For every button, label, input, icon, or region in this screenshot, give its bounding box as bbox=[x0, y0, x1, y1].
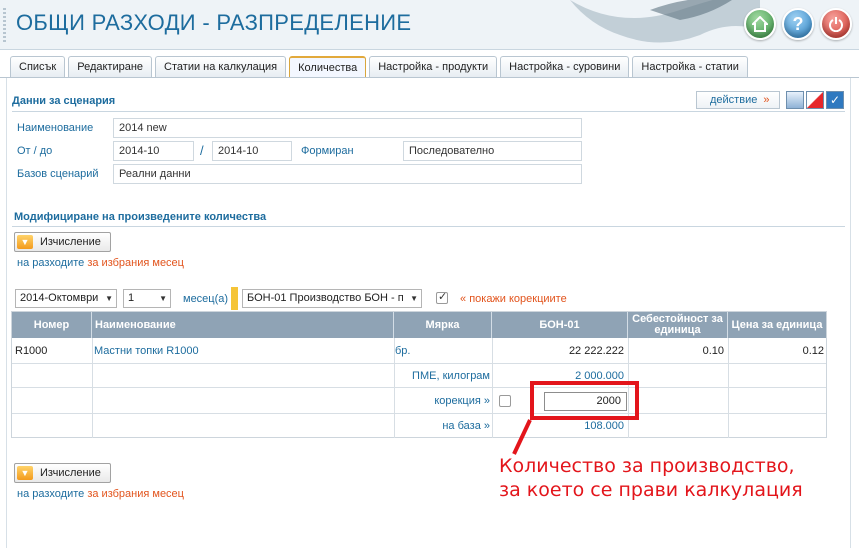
tab-quantities[interactable]: Количества bbox=[289, 56, 367, 77]
period-separator: / bbox=[200, 143, 204, 158]
annotation-arrow bbox=[512, 419, 532, 455]
print-icon[interactable] bbox=[786, 91, 804, 109]
column-header: Наименование bbox=[92, 312, 394, 338]
base-scenario-field[interactable]: Реални данни bbox=[113, 164, 582, 184]
highlight-marker bbox=[231, 287, 238, 310]
expenses-suffix: за избрания месец bbox=[87, 488, 184, 500]
tab-settings-products[interactable]: Настройка - продукти bbox=[369, 56, 498, 77]
column-header: Номер bbox=[12, 312, 92, 338]
scenario-section-title: Данни за сценария bbox=[12, 95, 116, 107]
pme-label: ПМЕ, килограм bbox=[412, 370, 490, 382]
chevron-down-icon: ▼ bbox=[105, 294, 113, 303]
header-grip bbox=[3, 8, 6, 42]
save-check-icon[interactable]: ✓ bbox=[826, 91, 844, 109]
row-bon-value: 22 222.222 bbox=[568, 345, 624, 357]
column-header: Себестойност за единица bbox=[628, 312, 728, 338]
page: ОБЩИ РАЗХОДИ - РАЗПРЕДЕЛЕНИЕ ? Списък Ре… bbox=[0, 0, 859, 548]
month-select[interactable]: 2014-Октомври ▼ bbox=[15, 289, 117, 308]
tab-edit[interactable]: Редактиране bbox=[68, 56, 153, 77]
row-name-link[interactable]: Мастни топки R1000 bbox=[94, 345, 199, 357]
period-label: От / до bbox=[17, 145, 53, 157]
annotation-text: Количество за производство, за което се … bbox=[499, 454, 803, 502]
row-unit-link[interactable]: бр. bbox=[395, 345, 410, 357]
page-title: ОБЩИ РАЗХОДИ - РАЗПРЕДЕЛЕНИЕ bbox=[16, 10, 412, 35]
row-cost-value: 0.10 bbox=[702, 345, 724, 357]
column-header: Цена за единица bbox=[728, 312, 826, 338]
expenses-prefix: на разходите bbox=[17, 257, 85, 269]
show-corrections-checkbox[interactable] bbox=[436, 290, 448, 304]
clear-icon[interactable] bbox=[806, 91, 824, 109]
from-field[interactable]: 2014-10 bbox=[113, 141, 194, 161]
action-arrow-icon: » bbox=[763, 94, 770, 106]
tab-settings-materials[interactable]: Настройка - суровини bbox=[500, 56, 630, 77]
expenses-link[interactable]: на разходите за избрания месец bbox=[17, 257, 184, 269]
calculate-label: Изчисление bbox=[40, 467, 101, 479]
annotation-line-1: Количество за производство, bbox=[499, 455, 795, 477]
month-unit-label: месец(а) bbox=[183, 293, 229, 305]
annotation-highlight-box bbox=[530, 381, 639, 420]
help-icon[interactable]: ? bbox=[782, 8, 814, 40]
action-button[interactable]: действие » bbox=[696, 91, 780, 109]
chevron-down-icon: ▼ bbox=[410, 294, 418, 303]
correction-checkbox[interactable] bbox=[499, 395, 511, 407]
app-header: ОБЩИ РАЗХОДИ - РАЗПРЕДЕЛЕНИЕ ? bbox=[0, 0, 859, 50]
column-divider bbox=[492, 338, 493, 438]
tab-list[interactable]: Списък bbox=[10, 56, 66, 77]
chevron-down-icon: ▼ bbox=[17, 235, 33, 249]
chevron-down-icon: ▼ bbox=[159, 294, 167, 303]
calculate-label: Изчисление bbox=[40, 236, 101, 248]
month-select-value: 2014-Октомври bbox=[20, 292, 99, 304]
to-field[interactable]: 2014-10 bbox=[212, 141, 292, 161]
row-number: R1000 bbox=[15, 345, 48, 357]
show-corrections-arrow: « bbox=[460, 293, 467, 305]
header-bird-decoration bbox=[570, 0, 760, 43]
calculate-button[interactable]: ▼ Изчисление bbox=[14, 232, 111, 252]
month-count-select[interactable]: 1 ▼ bbox=[123, 289, 171, 308]
expenses-link-bottom[interactable]: на разходите за избрания месец bbox=[17, 488, 184, 500]
section-divider bbox=[12, 111, 845, 112]
home-icon[interactable] bbox=[744, 8, 776, 40]
tab-bar: Списък Редактиране Статии на калкулация … bbox=[10, 56, 748, 77]
tab-calc-articles[interactable]: Статии на калкулация bbox=[155, 56, 287, 77]
formed-field[interactable]: Последователно bbox=[403, 141, 582, 161]
correction-link[interactable]: корекция » bbox=[396, 395, 490, 407]
product-select[interactable]: БОН-01 Производство БОН - п ▼ bbox=[242, 289, 422, 308]
annotation-line-2: за което се прави калкулация bbox=[499, 479, 803, 501]
show-corrections-label: покажи корекциите bbox=[469, 293, 567, 305]
quantities-section-title: Модифициране на произведените количества bbox=[14, 211, 267, 223]
action-label: действие bbox=[710, 94, 758, 106]
product-select-value: БОН-01 Производство БОН - п bbox=[247, 292, 404, 304]
tab-settings-articles[interactable]: Настройка - статии bbox=[632, 56, 748, 77]
column-header: БОН-01 bbox=[492, 312, 628, 338]
name-field[interactable]: 2014 new bbox=[113, 118, 582, 138]
name-label: Наименование bbox=[17, 122, 94, 134]
show-corrections-link[interactable]: « покажи корекциите bbox=[460, 293, 567, 305]
column-divider bbox=[728, 338, 729, 438]
month-count-value: 1 bbox=[128, 292, 135, 304]
power-icon[interactable] bbox=[820, 8, 852, 40]
section-divider bbox=[12, 226, 845, 227]
chevron-down-icon: ▼ bbox=[17, 466, 33, 480]
expenses-suffix: за избрания месец bbox=[87, 257, 184, 269]
base-link[interactable]: на база » bbox=[396, 420, 490, 432]
base-scenario-label: Базов сценарий bbox=[17, 168, 99, 180]
calculate-button-bottom[interactable]: ▼ Изчисление bbox=[14, 463, 111, 483]
expenses-prefix: на разходите bbox=[17, 488, 85, 500]
formed-label: Формиран bbox=[301, 145, 354, 157]
column-divider bbox=[92, 338, 93, 438]
row-price-value: 0.12 bbox=[802, 345, 824, 357]
column-header: Мярка bbox=[394, 312, 492, 338]
